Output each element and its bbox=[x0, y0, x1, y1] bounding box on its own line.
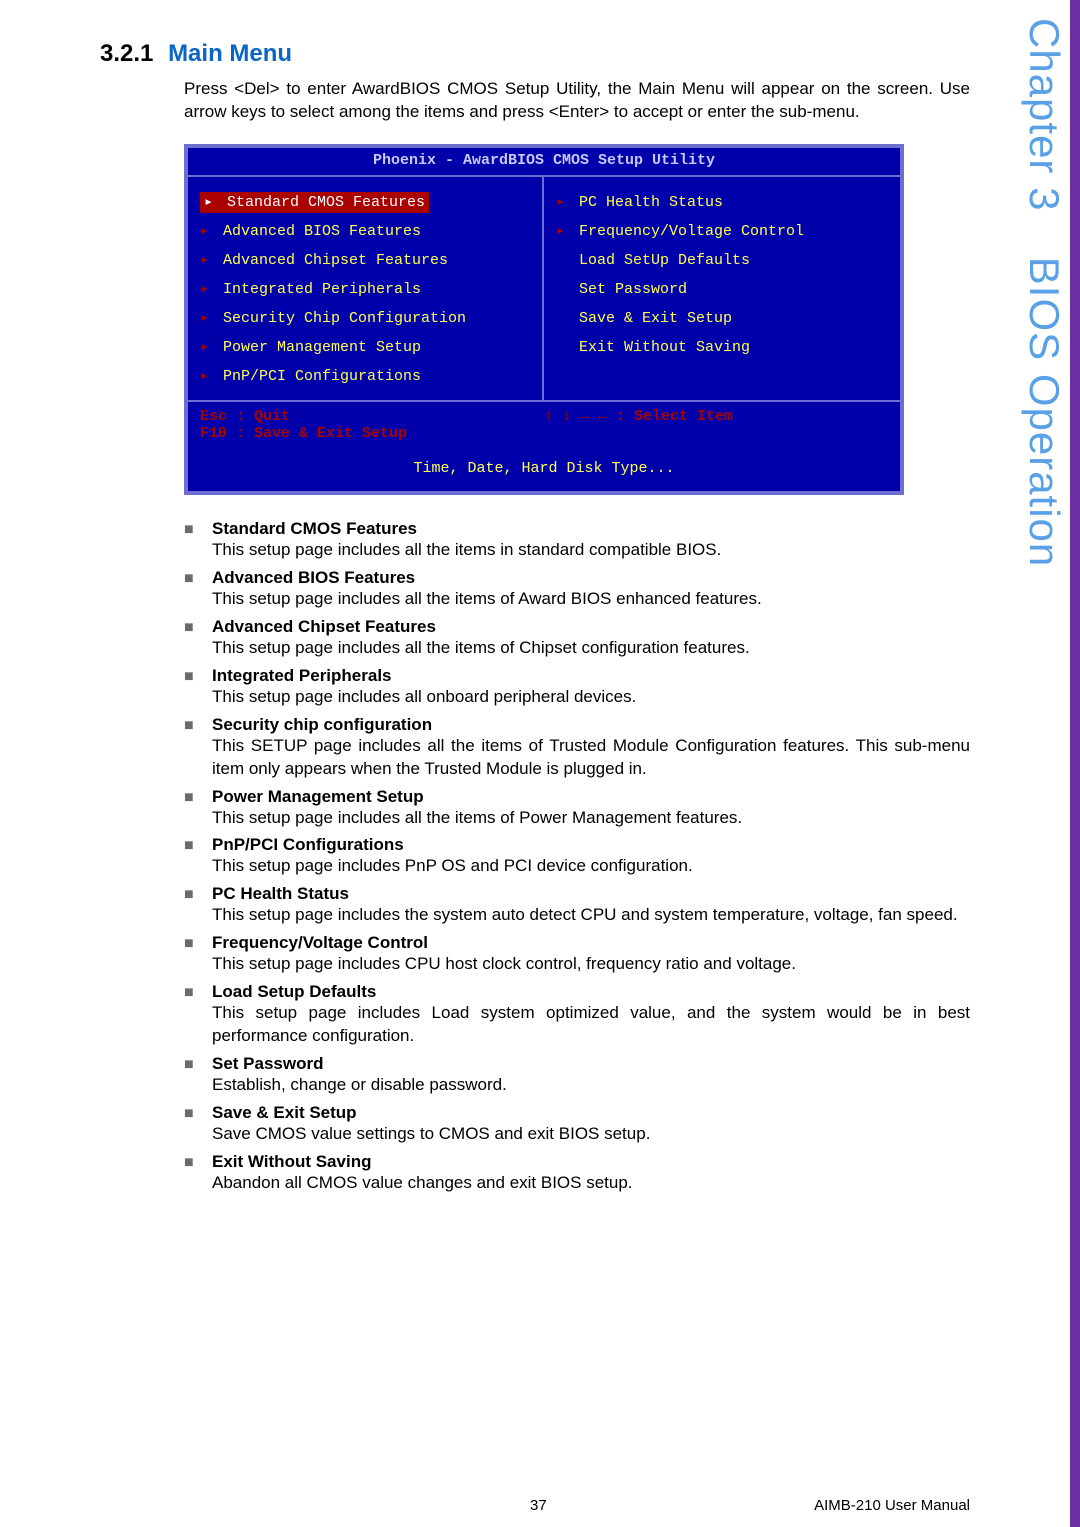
bios-footer: Time, Date, Hard Disk Type... bbox=[188, 448, 900, 491]
bullet-icon: ■ bbox=[184, 521, 212, 539]
bios-menu-item[interactable]: ▸ Advanced BIOS Features bbox=[200, 216, 530, 245]
side-operation: BIOS Operation bbox=[1021, 257, 1068, 567]
feature-item: ■Exit Without Saving Abandon all CMOS va… bbox=[184, 1152, 970, 1195]
intro-paragraph: Press <Del> to enter AwardBIOS CMOS Setu… bbox=[184, 78, 970, 124]
side-chapter: Chapter 3 bbox=[1021, 18, 1068, 211]
right-border bbox=[1070, 0, 1080, 1527]
bullet-icon: ■ bbox=[184, 717, 212, 735]
bios-menu-item[interactable]: ▸ Standard CMOS Features bbox=[200, 187, 530, 216]
feature-item: ■Integrated Peripherals This setup page … bbox=[184, 666, 970, 709]
bios-menu-item[interactable]: ▸ Frequency/Voltage Control bbox=[556, 216, 888, 245]
bullet-icon: ■ bbox=[184, 789, 212, 807]
bios-menu-item[interactable]: ▸ Save & Exit Setup bbox=[556, 303, 888, 332]
feature-item: ■Security chip configuration This SETUP … bbox=[184, 715, 970, 781]
bullet-icon: ■ bbox=[184, 668, 212, 686]
page-number: 37 bbox=[530, 1497, 547, 1514]
section-title: Main Menu bbox=[160, 40, 292, 67]
bios-title: Phoenix - AwardBIOS CMOS Setup Utility bbox=[188, 148, 900, 175]
bios-menu-item[interactable]: ▸ Set Password bbox=[556, 274, 888, 303]
bios-left-column: ▸ Standard CMOS Features ▸ Advanced BIOS… bbox=[188, 177, 544, 400]
content: 3.2.1 Main Menu Press <Del> to enter Awa… bbox=[100, 40, 970, 1201]
feature-item: ■Save & Exit Setup Save CMOS value setti… bbox=[184, 1103, 970, 1146]
bios-menu-item[interactable]: ▸ PC Health Status bbox=[556, 187, 888, 216]
bios-menu-item[interactable]: ▸ PnP/PCI Configurations bbox=[200, 361, 530, 390]
feature-item: ■Set Password Establish, change or disab… bbox=[184, 1054, 970, 1097]
feature-item: ■Standard CMOS Features This setup page … bbox=[184, 519, 970, 562]
bios-menu-item[interactable]: ▸ Power Management Setup bbox=[200, 332, 530, 361]
bios-screenshot: Phoenix - AwardBIOS CMOS Setup Utility ▸… bbox=[184, 144, 904, 495]
page: Chapter 3 BIOS Operation 3.2.1 Main Menu… bbox=[0, 0, 1080, 1527]
bios-menu-item[interactable]: ▸ Security Chip Configuration bbox=[200, 303, 530, 332]
bios-menu-item[interactable]: ▸ Integrated Peripherals bbox=[200, 274, 530, 303]
feature-list: ■Standard CMOS Features This setup page … bbox=[184, 519, 970, 1195]
bullet-icon: ■ bbox=[184, 984, 212, 1002]
bios-hint-select: ↑ ↓ → ← : Select Item bbox=[544, 408, 733, 425]
bios-hint-bar: Esc : Quit F10 : Save & Exit Setup ↑ ↓ →… bbox=[188, 402, 900, 448]
feature-item: ■PnP/PCI Configurations This setup page … bbox=[184, 835, 970, 878]
feature-item: ■Power Management Setup This setup page … bbox=[184, 787, 970, 830]
bullet-icon: ■ bbox=[184, 886, 212, 904]
bios-hint-save: F10 : Save & Exit Setup bbox=[200, 425, 544, 442]
feature-item: ■Advanced BIOS Features This setup page … bbox=[184, 568, 970, 611]
bios-menu-item[interactable]: ▸ Exit Without Saving bbox=[556, 332, 888, 361]
bios-menu-item[interactable]: ▸ Advanced Chipset Features bbox=[200, 245, 530, 274]
feature-item: ■Load Setup Defaults This setup page inc… bbox=[184, 982, 970, 1048]
section-heading: 3.2.1 Main Menu bbox=[100, 40, 970, 68]
bullet-icon: ■ bbox=[184, 1105, 212, 1123]
bios-columns: ▸ Standard CMOS Features ▸ Advanced BIOS… bbox=[188, 175, 900, 402]
bullet-icon: ■ bbox=[184, 1154, 212, 1172]
feature-item: ■Advanced Chipset Features This setup pa… bbox=[184, 617, 970, 660]
section-number: 3.2.1 bbox=[100, 40, 153, 67]
bullet-icon: ■ bbox=[184, 619, 212, 637]
bullet-icon: ■ bbox=[184, 837, 212, 855]
side-tab: Chapter 3 BIOS Operation bbox=[1008, 18, 1068, 578]
manual-name: AIMB-210 User Manual bbox=[814, 1497, 970, 1514]
feature-item: ■PC Health Status This setup page includ… bbox=[184, 884, 970, 927]
bullet-icon: ■ bbox=[184, 570, 212, 588]
bios-right-column: ▸ PC Health Status ▸ Frequency/Voltage C… bbox=[544, 177, 900, 400]
bullet-icon: ■ bbox=[184, 1056, 212, 1074]
bios-hint-quit: Esc : Quit bbox=[200, 408, 544, 425]
bios-menu-item[interactable]: ▸ Load SetUp Defaults bbox=[556, 245, 888, 274]
bullet-icon: ■ bbox=[184, 935, 212, 953]
feature-item: ■Frequency/Voltage Control This setup pa… bbox=[184, 933, 970, 976]
